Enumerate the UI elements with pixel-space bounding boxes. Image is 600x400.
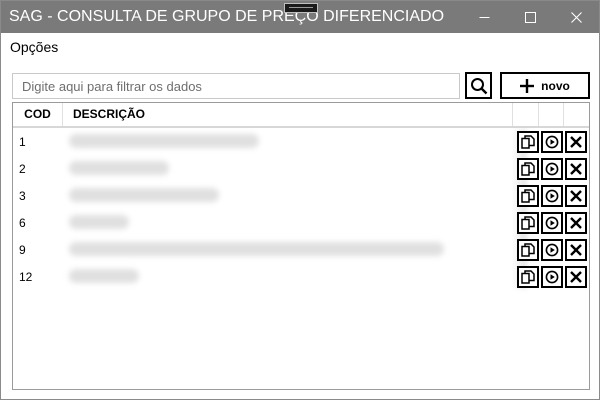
maximize-button[interactable] <box>507 1 553 33</box>
play-icon <box>545 216 559 230</box>
delete-button[interactable] <box>565 212 587 234</box>
close-button[interactable] <box>553 1 599 33</box>
title-bar[interactable]: SAG - CONSULTA DE GRUPO DE PREÇO DIFEREN… <box>1 1 599 33</box>
close-icon <box>570 271 582 283</box>
copy-icon <box>521 162 535 176</box>
delete-button[interactable] <box>565 158 587 180</box>
play-button[interactable] <box>541 212 563 234</box>
delete-button[interactable] <box>565 266 587 288</box>
play-icon <box>545 189 559 203</box>
search-button[interactable] <box>465 72 492 99</box>
copy-button[interactable] <box>517 158 539 180</box>
cell-cod: 3 <box>19 189 26 203</box>
table-row[interactable]: 9 <box>13 237 589 263</box>
results-table: COD DESCRIÇÃO 1 2 3 6 9 12 <box>12 102 590 390</box>
cell-cod: 2 <box>19 162 26 176</box>
table-header: COD DESCRIÇÃO <box>13 103 589 128</box>
play-button[interactable] <box>541 185 563 207</box>
drag-handle[interactable] <box>284 3 318 13</box>
cell-descricao-redacted <box>69 242 444 256</box>
copy-button[interactable] <box>517 131 539 153</box>
copy-button[interactable] <box>517 212 539 234</box>
play-button[interactable] <box>541 131 563 153</box>
copy-button[interactable] <box>517 185 539 207</box>
plus-icon <box>520 78 535 93</box>
copy-button[interactable] <box>517 239 539 261</box>
table-row[interactable]: 1 <box>13 129 589 155</box>
copy-icon <box>521 243 535 257</box>
window-title: SAG - CONSULTA DE GRUPO DE PREÇO DIFEREN… <box>9 8 445 25</box>
close-icon <box>570 163 582 175</box>
column-header-delete <box>564 103 589 126</box>
close-icon <box>570 11 582 23</box>
search-icon <box>470 77 487 94</box>
play-icon <box>545 270 559 284</box>
close-icon <box>570 217 582 229</box>
play-icon <box>545 135 559 149</box>
table-row[interactable]: 2 <box>13 156 589 182</box>
cell-cod: 1 <box>19 135 26 149</box>
minimize-icon <box>479 16 489 18</box>
play-icon <box>545 243 559 257</box>
copy-button[interactable] <box>517 266 539 288</box>
close-icon <box>570 190 582 202</box>
cell-descricao-redacted <box>69 269 139 283</box>
cell-descricao-redacted <box>69 161 169 175</box>
cell-cod: 6 <box>19 216 26 230</box>
close-icon <box>570 136 582 148</box>
cell-cod: 12 <box>19 270 33 284</box>
close-icon <box>570 244 582 256</box>
delete-button[interactable] <box>565 239 587 261</box>
main-window: SAG - CONSULTA DE GRUPO DE PREÇO DIFEREN… <box>0 0 600 400</box>
copy-icon <box>521 135 535 149</box>
table-row[interactable]: 3 <box>13 183 589 209</box>
play-button[interactable] <box>541 158 563 180</box>
play-button[interactable] <box>541 239 563 261</box>
minimize-button[interactable] <box>461 1 507 33</box>
play-button[interactable] <box>541 266 563 288</box>
cell-descricao-redacted <box>69 215 129 229</box>
new-button-label: novo <box>541 78 570 93</box>
filter-input[interactable] <box>12 73 460 99</box>
delete-button[interactable] <box>565 131 587 153</box>
copy-icon <box>521 216 535 230</box>
delete-button[interactable] <box>565 185 587 207</box>
column-header-cod[interactable]: COD <box>13 103 63 126</box>
play-icon <box>545 162 559 176</box>
column-header-play <box>539 103 564 126</box>
copy-icon <box>521 270 535 284</box>
cell-descricao-redacted <box>69 188 219 202</box>
maximize-icon <box>524 11 536 23</box>
table-row[interactable]: 12 <box>13 264 589 290</box>
column-header-copy <box>513 103 539 126</box>
cell-descricao-redacted <box>69 134 259 148</box>
table-row[interactable]: 6 <box>13 210 589 236</box>
cell-cod: 9 <box>19 243 26 257</box>
new-button[interactable]: novo <box>500 72 590 99</box>
column-header-descricao[interactable]: DESCRIÇÃO <box>63 103 513 126</box>
menu-options[interactable]: Opções <box>10 39 58 55</box>
copy-icon <box>521 189 535 203</box>
